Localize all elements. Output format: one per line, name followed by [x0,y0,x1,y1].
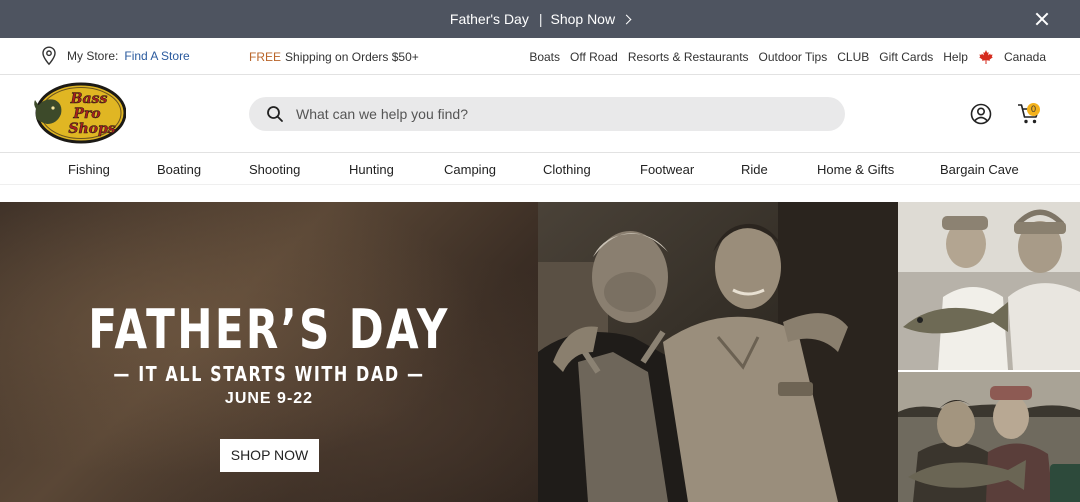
hero-subtitle: — IT ALL STARTS WITH DAD — [113,362,425,386]
shipping-promo[interactable]: FREE Shipping on Orders $50+ [249,50,419,64]
hero-shop-now-button[interactable]: SHOP NOW [220,439,319,472]
hero-banner[interactable]: FATHER’S DAY — IT ALL STARTS WITH DAD — … [0,202,1080,502]
bass-pro-shops-logo[interactable]: Bass Pro Shops [33,82,126,144]
feedback-tab[interactable] [1050,464,1080,502]
util-link-resorts[interactable]: Resorts & Restaurants [628,50,749,64]
nav-item-home-gifts[interactable]: Home & Gifts [817,162,894,177]
shipping-text: Shipping on Orders $50+ [285,50,419,64]
close-icon[interactable] [1034,11,1050,27]
nav-item-camping[interactable]: Camping [444,162,496,177]
nav-item-boating[interactable]: Boating [157,162,201,177]
logo-line-1: Bass [70,91,108,107]
nav-item-bargain-cave[interactable]: Bargain Cave [940,162,1019,177]
store-label: My Store: [67,49,119,63]
nav-item-fishing[interactable]: Fishing [68,162,110,177]
chevron-right-icon[interactable] [621,14,632,24]
utility-bar: My Store: Find A Store FREE Shipping on O… [0,38,1080,75]
find-store-link[interactable]: Find A Store [124,49,189,63]
promo-bar: Father's Day | Shop Now [0,0,1080,38]
cart-count-badge: 0 [1027,103,1040,116]
country-selector[interactable]: Canada [1004,50,1046,64]
hero-photo-father-son [538,202,898,502]
promo-shop-now-link[interactable]: Shop Now [550,11,615,27]
promo-text[interactable]: Father's Day [450,11,529,27]
nav-item-footwear[interactable]: Footwear [640,162,694,177]
logo-line-3: Shops [68,121,115,137]
site-header: Bass Pro Shops [0,75,1080,153]
util-link-gift-cards[interactable]: Gift Cards [879,50,933,64]
util-link-outdoor-tips[interactable]: Outdoor Tips [759,50,828,64]
logo-line-2: Pro [72,106,100,122]
nav-item-clothing[interactable]: Clothing [543,162,591,177]
nav-item-shooting[interactable]: Shooting [249,162,300,177]
search-bar[interactable] [249,97,845,131]
store-selector[interactable]: My Store: Find A Store [40,46,190,66]
utility-links: Boats Off Road Resorts & Restaurants Out… [529,49,1046,65]
maple-leaf-icon [979,50,993,64]
util-link-club[interactable]: CLUB [837,50,869,64]
account-icon[interactable] [970,103,992,125]
nav-item-ride[interactable]: Ride [741,162,768,177]
util-link-boats[interactable]: Boats [529,50,560,64]
search-input[interactable] [296,106,816,122]
hero-title: FATHER’S DAY [88,298,450,361]
hero-dates: JUNE 9-22 [224,390,314,407]
util-link-help[interactable]: Help [943,50,968,64]
shipping-free-label: FREE [249,50,282,64]
location-pin-icon [42,46,56,66]
nav-item-hunting[interactable]: Hunting [349,162,394,177]
util-link-off-road[interactable]: Off Road [570,50,618,64]
promo-separator: | [538,11,543,27]
search-icon[interactable] [266,105,284,123]
hero-photo-boy-with-fish [898,202,1080,370]
hero-text-panel: FATHER’S DAY — IT ALL STARTS WITH DAD — … [0,202,538,502]
category-nav: Fishing Boating Shooting Hunting Camping… [0,153,1080,185]
